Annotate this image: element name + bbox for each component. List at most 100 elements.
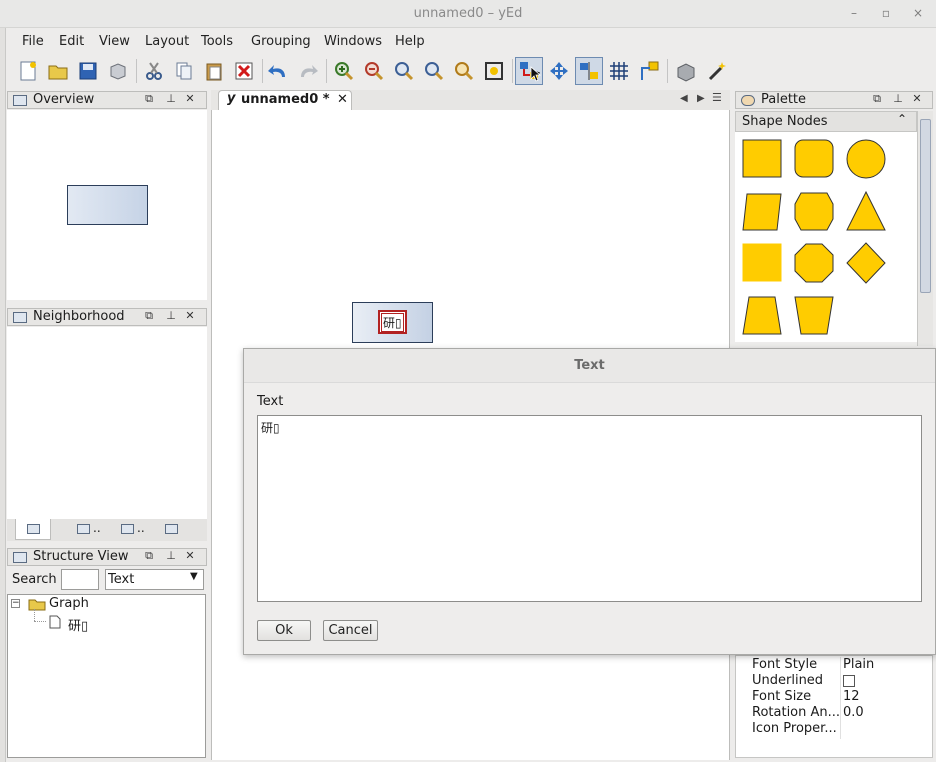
pin-icon[interactable]: ⊥	[891, 92, 905, 105]
document-tab[interactable]: y unnamed0 * ✕	[218, 90, 352, 110]
dock-tab-overview[interactable]	[15, 519, 51, 540]
open-folder-icon[interactable]	[44, 57, 72, 85]
neighborhood-pane[interactable]	[7, 327, 207, 519]
zoom-area-icon[interactable]	[450, 57, 478, 85]
underlined-checkbox[interactable]	[843, 675, 855, 687]
tree-root-label[interactable]: Graph	[49, 596, 89, 611]
new-document-icon[interactable]	[14, 57, 42, 85]
structure-icon	[13, 552, 27, 563]
palette-panel-header[interactable]: Palette ⧉ ⊥ ✕	[735, 91, 933, 109]
shape-diamond[interactable]	[846, 242, 886, 284]
shape-hexagon[interactable]	[794, 192, 834, 231]
palette-section-title: Shape Nodes	[742, 114, 828, 129]
restore-icon[interactable]: ⧉	[142, 309, 156, 323]
restore-icon[interactable]: ⧉	[142, 549, 156, 563]
shape-triangle[interactable]	[846, 190, 886, 231]
zoom-in-icon[interactable]	[330, 57, 358, 85]
cancel-button[interactable]: Cancel	[323, 620, 378, 641]
close-panel-icon[interactable]: ✕	[910, 92, 924, 105]
restore-icon[interactable]: ⧉	[142, 92, 156, 106]
shape-trapezoid[interactable]	[742, 296, 782, 335]
zoom-actual-icon[interactable]	[390, 57, 418, 85]
restore-icon[interactable]: ⧉	[870, 92, 884, 106]
scroll-tabs-left-icon[interactable]: ◀	[680, 93, 688, 104]
yed-document-icon: y	[227, 91, 236, 106]
tab-list-icon[interactable]: ☰	[712, 91, 722, 104]
structure-panel-header[interactable]: Structure View ⧉ ⊥ ✕	[7, 548, 207, 566]
graph-node[interactable]: 研▯	[352, 302, 433, 343]
menu-file[interactable]: File	[22, 34, 44, 49]
snapping-icon[interactable]	[575, 57, 603, 85]
orthogonal-edges-icon[interactable]	[635, 57, 663, 85]
shape-ellipse[interactable]	[846, 139, 886, 179]
delete-icon[interactable]	[230, 57, 258, 85]
menu-grouping[interactable]: Grouping	[251, 34, 311, 49]
undo-icon[interactable]	[264, 57, 292, 85]
shape-parallelogram[interactable]	[742, 193, 782, 231]
dock-tab-3[interactable]: ..	[115, 520, 155, 540]
close-panel-icon[interactable]: ✕	[183, 309, 197, 322]
tree-child-label[interactable]: 研▯	[68, 615, 88, 634]
menu-tools[interactable]: Tools	[201, 34, 233, 49]
close-panel-icon[interactable]: ✕	[183, 92, 197, 105]
search-label: Search	[12, 572, 57, 587]
pin-icon[interactable]: ⊥	[164, 309, 178, 322]
palette-icon	[741, 95, 755, 106]
dock-tab-4[interactable]	[159, 520, 195, 540]
palette-title: Palette	[761, 92, 807, 107]
menu-layout[interactable]: Layout	[145, 34, 189, 49]
magic-wand-icon[interactable]	[704, 57, 732, 85]
minimize-button[interactable]: –	[846, 5, 862, 21]
text-area[interactable]: 研▯	[257, 415, 922, 602]
grid-icon[interactable]	[605, 57, 633, 85]
collapse-section-icon[interactable]: ⌃	[897, 112, 907, 126]
shape-rectangle[interactable]	[742, 139, 782, 178]
shape-nodes-grid	[735, 132, 917, 342]
document-tab-label: unnamed0 *	[241, 92, 330, 107]
zoom-out-icon[interactable]	[360, 57, 388, 85]
collapse-toggle[interactable]: −	[11, 599, 20, 608]
dock-tab-2[interactable]: ..	[71, 520, 111, 540]
scroll-tabs-right-icon[interactable]: ▶	[697, 93, 705, 104]
menu-help[interactable]: Help	[395, 34, 425, 49]
copy-icon[interactable]	[170, 57, 198, 85]
structure-title: Structure View	[33, 549, 129, 564]
palette-scroll-thumb[interactable]	[920, 119, 931, 293]
close-panel-icon[interactable]: ✕	[183, 549, 197, 562]
navigation-mode-icon[interactable]	[545, 57, 573, 85]
paste-icon[interactable]	[200, 57, 228, 85]
property-key: Font Style	[752, 657, 818, 672]
close-button[interactable]: ×	[910, 5, 926, 21]
search-filter-select[interactable]: Text ▼	[105, 569, 204, 590]
neighborhood-panel-header[interactable]: Neighborhood ⧉ ⊥ ✕	[7, 308, 207, 326]
property-key: Rotation An...	[752, 705, 841, 720]
shape-inverted-trapezoid[interactable]	[794, 296, 834, 335]
property-value: Plain	[843, 657, 875, 672]
palette-section-header[interactable]: Shape Nodes ⌃	[735, 111, 917, 132]
zoom-icon[interactable]	[420, 57, 448, 85]
overview-panel-header[interactable]: Overview ⧉ ⊥ ✕	[7, 91, 207, 109]
plugin-icon[interactable]	[672, 57, 700, 85]
maximize-button[interactable]: ▫	[878, 5, 894, 21]
pin-icon[interactable]: ⊥	[164, 92, 178, 105]
shape-octagon[interactable]	[794, 243, 834, 283]
cut-icon[interactable]	[140, 57, 168, 85]
search-input[interactable]	[61, 569, 99, 590]
tab-icon	[121, 524, 134, 534]
menu-windows[interactable]: Windows	[324, 34, 382, 49]
neighborhood-title: Neighborhood	[33, 309, 125, 324]
menu-edit[interactable]: Edit	[59, 34, 84, 49]
menu-view[interactable]: View	[99, 34, 130, 49]
structure-tree[interactable]: − Graph 研▯	[7, 594, 206, 758]
shape-rounded-rectangle[interactable]	[794, 139, 834, 178]
close-tab-icon[interactable]: ✕	[337, 92, 348, 107]
save-icon[interactable]	[74, 57, 102, 85]
pin-icon[interactable]: ⊥	[164, 549, 178, 562]
redo-icon[interactable]	[294, 57, 322, 85]
overview-pane[interactable]	[7, 110, 207, 300]
fit-content-icon[interactable]	[480, 57, 508, 85]
shape-square[interactable]	[742, 243, 782, 282]
palette-scrollbar[interactable]	[917, 111, 933, 346]
export-icon[interactable]	[104, 57, 132, 85]
ok-button[interactable]: Ok	[257, 620, 311, 641]
